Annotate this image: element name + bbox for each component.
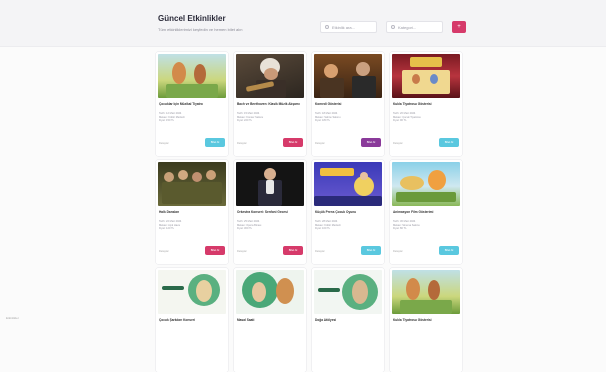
event-card[interactable]: Doğa Atölyesi [312, 268, 384, 372]
event-meta: Tarih: 30 Mart 2024 Mekan: Sinema Salonu F… [393, 220, 420, 231]
event-card[interactable]: Halk Dansları Tarih: 22 Mart 2024 Mekan: … [156, 160, 228, 264]
event-title: Doğa Atölyesi [315, 318, 337, 322]
event-title: Halk Dansları [159, 210, 180, 214]
header-bar: Güncel Etkinlikler Tüm etkinliklerimizi … [0, 0, 606, 47]
buy-ticket-button[interactable]: Bilet Al [283, 138, 303, 147]
event-image [158, 270, 226, 314]
event-title: Küçük Prens Çocuk Oyunu [315, 210, 357, 214]
events-grid: Çocuklar İçin Müzikal Tiyatro Tarih: 12 … [156, 52, 464, 372]
filter-icon [391, 25, 395, 29]
event-card[interactable]: Komedi Gösterisi Tarih: 18 Mart 2024 Meka… [312, 52, 384, 156]
event-image [236, 54, 304, 98]
search-placeholder: Etkinlik ara... [332, 24, 355, 30]
footer-text: Etkinlikler [6, 316, 19, 320]
add-event-button[interactable]: + [452, 21, 466, 33]
event-title: Komedi Gösterisi [315, 102, 342, 106]
category-placeholder: Kategori... [398, 24, 417, 30]
event-image [158, 162, 226, 206]
event-image [236, 270, 304, 314]
event-image [236, 162, 304, 206]
event-meta: Tarih: 20 Mart 2024 Mekan: Çocuk Tiyatros… [393, 112, 421, 123]
buy-ticket-button[interactable]: Bilet Al [283, 246, 303, 255]
event-card[interactable]: Masal Saati [234, 268, 306, 372]
event-title: Bach ve Beethoven: Klasik Müzik Akşamı [237, 102, 300, 106]
event-card[interactable]: Çocuk Şarkıları Konseri [156, 268, 228, 372]
search-input[interactable]: Etkinlik ara... [320, 21, 377, 33]
event-details-link[interactable]: Detaylar [159, 142, 169, 145]
event-image [314, 54, 382, 98]
event-card[interactable]: Küçük Prens Çocuk Oyunu Tarih: 28 Mart 2… [312, 160, 384, 264]
event-card[interactable]: Kukla Tiyatrosu Gösterisi [390, 268, 462, 372]
page-title: Güncel Etkinlikler [158, 14, 226, 23]
event-title: Çocuk Şarkıları Konseri [159, 318, 195, 322]
event-details-link[interactable]: Detaylar [159, 250, 169, 253]
event-title: Animasyon Film Gösterimi [393, 210, 434, 214]
event-details-link[interactable]: Detaylar [393, 250, 403, 253]
page-subtitle: Tüm etkinliklerimizi keşfedin ve hemen b… [158, 27, 243, 32]
event-meta: Tarih: 28 Mart 2024 Mekan: Kültür Merkezi… [315, 220, 341, 231]
event-title: Masal Saati [237, 318, 255, 322]
event-meta: Tarih: 15 Mart 2024 Mekan: Konser Salonu F… [237, 112, 264, 123]
search-icon [325, 25, 329, 29]
category-filter-input[interactable]: Kategori... [386, 21, 443, 33]
event-meta: Tarih: 18 Mart 2024 Mekan: Sahne Salonu Fi… [315, 112, 341, 123]
event-title: Orkestra Konseri: Senfoni Gecesi [237, 210, 288, 214]
event-card[interactable]: Animasyon Film Gösterimi Tarih: 30 Mart … [390, 160, 462, 264]
buy-ticket-button[interactable]: Bilet Al [205, 138, 225, 147]
event-meta: Tarih: 12 Mart 2024 Mekan: Kültür Merkezi… [159, 112, 185, 123]
event-card[interactable]: Kukla Tiyatrosu Gösterisi Tarih: 20 Mart… [390, 52, 462, 156]
event-details-link[interactable]: Detaylar [393, 142, 403, 145]
event-meta: Tarih: 22 Mart 2024 Mekan: Açık Hava Fiyat… [159, 220, 182, 231]
event-details-link[interactable]: Detaylar [237, 142, 247, 145]
buy-ticket-button[interactable]: Bilet Al [361, 246, 381, 255]
event-details-link[interactable]: Detaylar [237, 250, 247, 253]
event-details-link[interactable]: Detaylar [315, 250, 325, 253]
buy-ticket-button[interactable]: Bilet Al [439, 138, 459, 147]
event-title: Kukla Tiyatrosu Gösterisi [393, 318, 432, 322]
event-image [314, 270, 382, 314]
buy-ticket-button[interactable]: Bilet Al [361, 138, 381, 147]
buy-ticket-button[interactable]: Bilet Al [439, 246, 459, 255]
event-card[interactable]: Çocuklar İçin Müzikal Tiyatro Tarih: 12 … [156, 52, 228, 156]
event-image [314, 162, 382, 206]
event-image [158, 54, 226, 98]
event-title: Kukla Tiyatrosu Gösterisi [393, 102, 432, 106]
buy-ticket-button[interactable]: Bilet Al [205, 246, 225, 255]
event-card[interactable]: Orkestra Konseri: Senfoni Gecesi Tarih: … [234, 160, 306, 264]
event-card[interactable]: Bach ve Beethoven: Klasik Müzik Akşamı T… [234, 52, 306, 156]
event-meta: Tarih: 25 Mart 2024 Mekan: Opera Binası Fi… [237, 220, 262, 231]
event-details-link[interactable]: Detaylar [315, 142, 325, 145]
event-image [392, 162, 460, 206]
event-title: Çocuklar İçin Müzikal Tiyatro [159, 102, 203, 106]
event-image [392, 54, 460, 98]
event-image [392, 270, 460, 314]
